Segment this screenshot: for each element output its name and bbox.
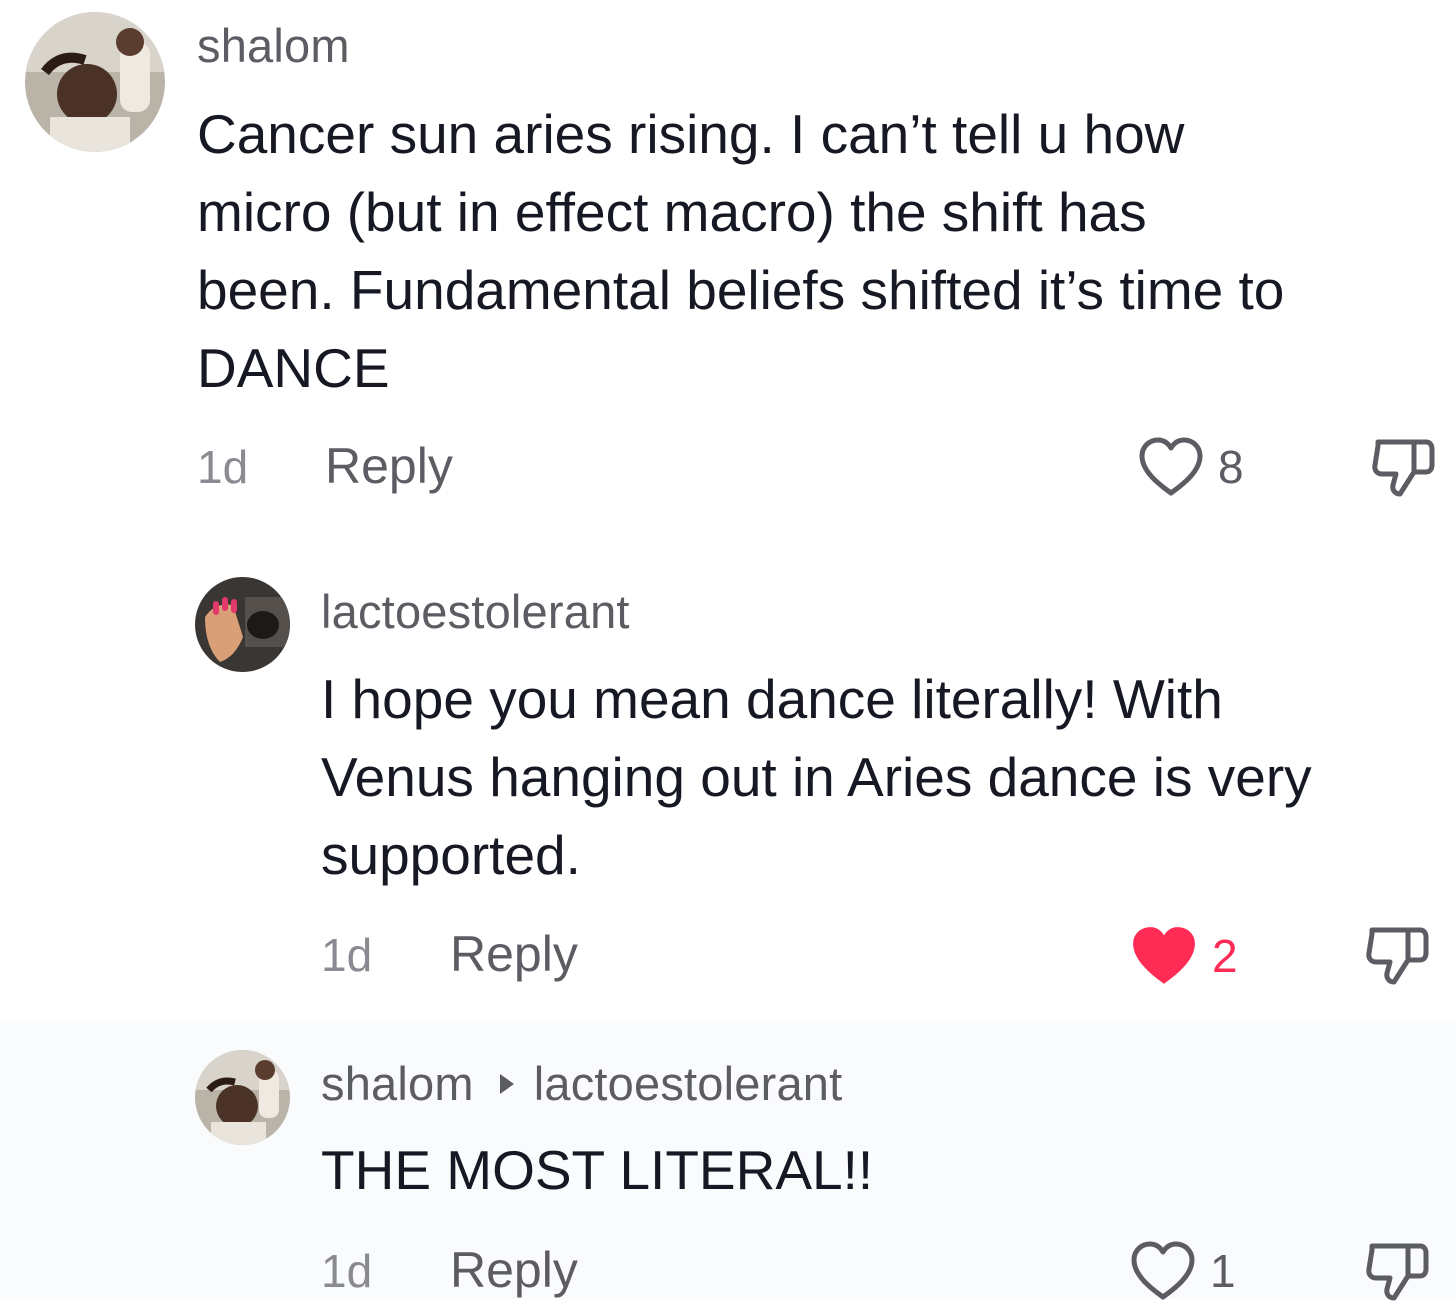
like-count: 1: [1210, 1245, 1236, 1297]
heart-outline-icon: [1139, 437, 1203, 496]
comment-text-line: been. Fundamental beliefs shifted it’s t…: [197, 259, 1285, 321]
comment-text-line: I hope you mean dance literally! With: [321, 668, 1223, 730]
username-text[interactable]: shalom: [197, 18, 350, 73]
like-button[interactable]: 8: [1138, 436, 1244, 498]
comment-age: 1d: [197, 441, 249, 493]
comment-text: THE MOST LITERAL!!: [321, 1131, 873, 1209]
thumbs-down-icon[interactable]: [1364, 920, 1434, 990]
thumbs-down-icon[interactable]: [1364, 1236, 1434, 1306]
comment-age: 1d: [321, 929, 373, 981]
comment-age: 1d: [321, 1245, 373, 1297]
reply-button[interactable]: Reply: [450, 1241, 578, 1299]
reply-to-username[interactable]: lactoestolerant: [534, 1056, 843, 1111]
comment-text-line: THE MOST LITERAL!!: [321, 1139, 874, 1201]
username-text[interactable]: lactoestolerant: [321, 584, 630, 639]
avatar[interactable]: [195, 1050, 290, 1145]
like-count: 2: [1212, 930, 1238, 982]
like-button[interactable]: 2: [1130, 924, 1238, 988]
comment-text-line: DANCE: [197, 337, 390, 399]
comment-text-line: micro (but in effect macro) the shift ha…: [197, 181, 1147, 243]
thumbs-down-icon[interactable]: [1370, 432, 1440, 502]
comment-text-line: Cancer sun aries rising. I can’t tell u …: [197, 103, 1185, 165]
comment-text-line: Venus hanging out in Aries dance is very: [321, 746, 1312, 808]
comment-username[interactable]: shalom: [197, 18, 350, 73]
reply-button[interactable]: Reply: [450, 925, 578, 983]
avatar[interactable]: [25, 12, 165, 152]
reply-button[interactable]: Reply: [325, 437, 453, 495]
comment-username: shalom lactoestolerant: [321, 1056, 842, 1111]
comment-text: I hope you mean dance literally! With Ve…: [321, 660, 1312, 894]
like-count: 8: [1218, 441, 1244, 493]
avatar[interactable]: [195, 577, 290, 672]
like-button[interactable]: 1: [1130, 1240, 1236, 1302]
heart-filled-icon: [1133, 927, 1195, 984]
comment-text: Cancer sun aries rising. I can’t tell u …: [197, 95, 1284, 407]
comment-username[interactable]: lactoestolerant: [321, 584, 630, 639]
comment-text-line: supported.: [321, 824, 581, 886]
username-text[interactable]: shalom: [321, 1056, 474, 1111]
reply-arrow-icon: [499, 1073, 514, 1094]
heart-outline-icon: [1131, 1241, 1195, 1300]
